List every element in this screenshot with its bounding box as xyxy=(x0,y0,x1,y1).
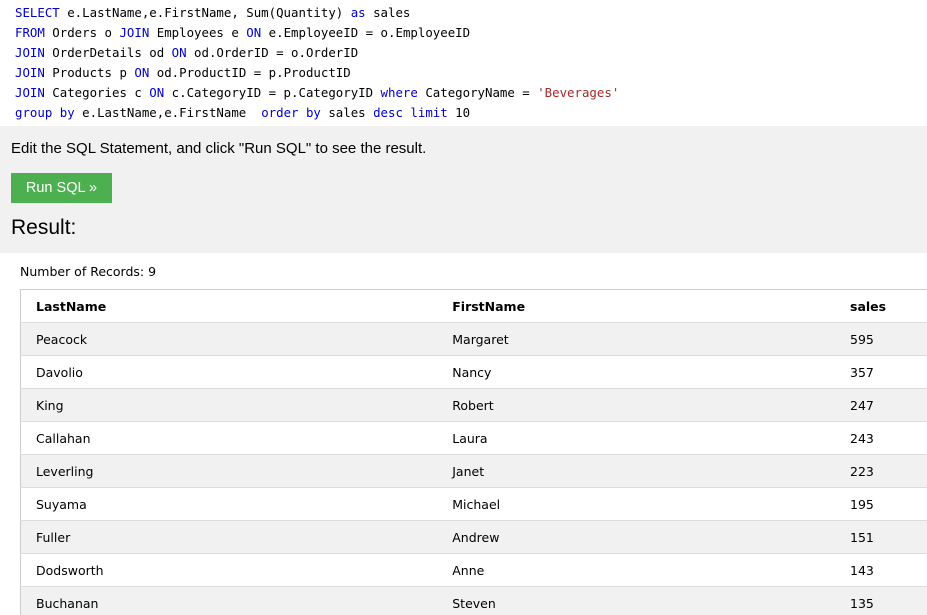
sql-text: Categories c xyxy=(44,85,150,100)
cell-sales: 243 xyxy=(835,421,927,455)
cell-firstname: Laura xyxy=(437,421,836,455)
table-row: Suyama Michael 195 xyxy=(20,487,927,521)
instruction-text: Edit the SQL Statement, and click "Run S… xyxy=(11,140,427,157)
table-row: Peacock Margaret 595 xyxy=(20,322,927,356)
sql-keyword: JOIN xyxy=(15,65,45,80)
column-header-sales: sales xyxy=(835,289,927,323)
column-header-firstname: FirstName xyxy=(437,289,836,323)
cell-firstname: Steven xyxy=(437,586,836,615)
cell-firstname: Andrew xyxy=(437,520,836,554)
sql-text: Products p xyxy=(44,65,135,80)
table-row: Dodsworth Anne 143 xyxy=(20,553,927,587)
sql-line: JOIN Products p ON od.ProductID = p.Prod… xyxy=(15,63,912,83)
sql-line: JOIN OrderDetails od ON od.OrderID = o.O… xyxy=(15,43,912,63)
table-row: Callahan Laura 243 xyxy=(20,421,927,455)
sql-keyword: limit xyxy=(410,105,448,120)
cell-sales: 151 xyxy=(835,520,927,554)
cell-lastname: Davolio xyxy=(20,355,438,389)
sql-string: 'Beverages' xyxy=(537,85,620,100)
cell-sales: 357 xyxy=(835,355,927,389)
table-row: Fuller Andrew 151 xyxy=(20,520,927,554)
table-row: Davolio Nancy 357 xyxy=(20,355,927,389)
sql-text: e.LastName,e.FirstName, Sum(Quantity) xyxy=(59,5,351,20)
cell-sales: 143 xyxy=(835,553,927,587)
table-row: King Robert 247 xyxy=(20,388,927,422)
sql-line: SELECT e.LastName,e.FirstName, Sum(Quant… xyxy=(15,3,912,23)
cell-lastname: Peacock xyxy=(20,322,438,356)
sql-text: sales xyxy=(320,105,374,120)
result-table: LastName FirstName sales Peacock Margaret… xyxy=(20,289,927,615)
column-header-lastname: LastName xyxy=(20,289,438,323)
sql-keyword: where xyxy=(380,85,418,100)
sql-text: Orders o xyxy=(44,25,120,40)
sql-text: CategoryName = xyxy=(417,85,538,100)
cell-sales: 195 xyxy=(835,487,927,521)
sql-keyword: ON xyxy=(149,85,165,100)
sql-keyword: SELECT xyxy=(15,5,60,20)
sql-text: sales xyxy=(365,5,411,20)
cell-firstname: Anne xyxy=(437,553,836,587)
sql-keyword: desc xyxy=(373,105,403,120)
sql-text: e.LastName,e.FirstName xyxy=(74,105,262,120)
sql-keyword: group by xyxy=(15,105,75,120)
sql-line: FROM Orders o JOIN Employees e ON e.Empl… xyxy=(15,23,912,43)
result-heading: Result: xyxy=(11,216,77,239)
cell-firstname: Nancy xyxy=(437,355,836,389)
cell-lastname: Leverling xyxy=(20,454,438,488)
record-count: Number of Records: 9 xyxy=(20,264,157,279)
sql-text: Employees e xyxy=(149,25,247,40)
sql-line: group by e.LastName,e.FirstName order by… xyxy=(15,103,912,123)
cell-firstname: Margaret xyxy=(437,322,836,356)
cell-firstname: Robert xyxy=(437,388,836,422)
cell-sales: 135 xyxy=(835,586,927,615)
run-sql-button[interactable]: Run SQL » xyxy=(11,173,112,203)
table-header-row: LastName FirstName sales xyxy=(20,289,927,323)
cell-lastname: Dodsworth xyxy=(20,553,438,587)
sql-keyword: JOIN xyxy=(15,85,45,100)
cell-firstname: Michael xyxy=(437,487,836,521)
sql-text: 10 xyxy=(447,105,471,120)
sql-keyword: order by xyxy=(261,105,321,120)
sql-keyword: JOIN xyxy=(119,25,150,40)
sql-keyword: ON xyxy=(134,65,150,80)
sql-keyword: ON xyxy=(171,45,187,60)
cell-sales: 223 xyxy=(835,454,927,488)
sql-keyword: as xyxy=(350,5,366,20)
sql-text: od.ProductID = p.ProductID xyxy=(149,65,351,80)
result-panel: Number of Records: 9 LastName FirstName … xyxy=(0,253,927,615)
table-row: Leverling Janet 223 xyxy=(20,454,927,488)
cell-firstname: Janet xyxy=(437,454,836,488)
cell-lastname: Callahan xyxy=(20,421,438,455)
sql-keyword: JOIN xyxy=(15,45,45,60)
sql-text: e.EmployeeID = o.EmployeeID xyxy=(261,25,471,40)
sql-text: OrderDetails od xyxy=(44,45,172,60)
sql-text: c.CategoryID = p.CategoryID xyxy=(164,85,381,100)
sql-line: JOIN Categories c ON c.CategoryID = p.Ca… xyxy=(15,83,912,103)
sql-text: od.OrderID = o.OrderID xyxy=(186,45,359,60)
cell-lastname: Fuller xyxy=(20,520,438,554)
cell-lastname: Buchanan xyxy=(20,586,438,615)
table-row: Buchanan Steven 135 xyxy=(20,586,927,615)
cell-lastname: Suyama xyxy=(20,487,438,521)
cell-sales: 595 xyxy=(835,322,927,356)
sql-editor[interactable]: SELECT e.LastName,e.FirstName, Sum(Quant… xyxy=(0,0,927,126)
sql-keyword: FROM xyxy=(15,25,45,40)
cell-lastname: King xyxy=(20,388,438,422)
result-body: Peacock Margaret 595 Davolio Nancy 357 King Rob… xyxy=(20,322,927,615)
sql-keyword: ON xyxy=(246,25,262,40)
cell-sales: 247 xyxy=(835,388,927,422)
